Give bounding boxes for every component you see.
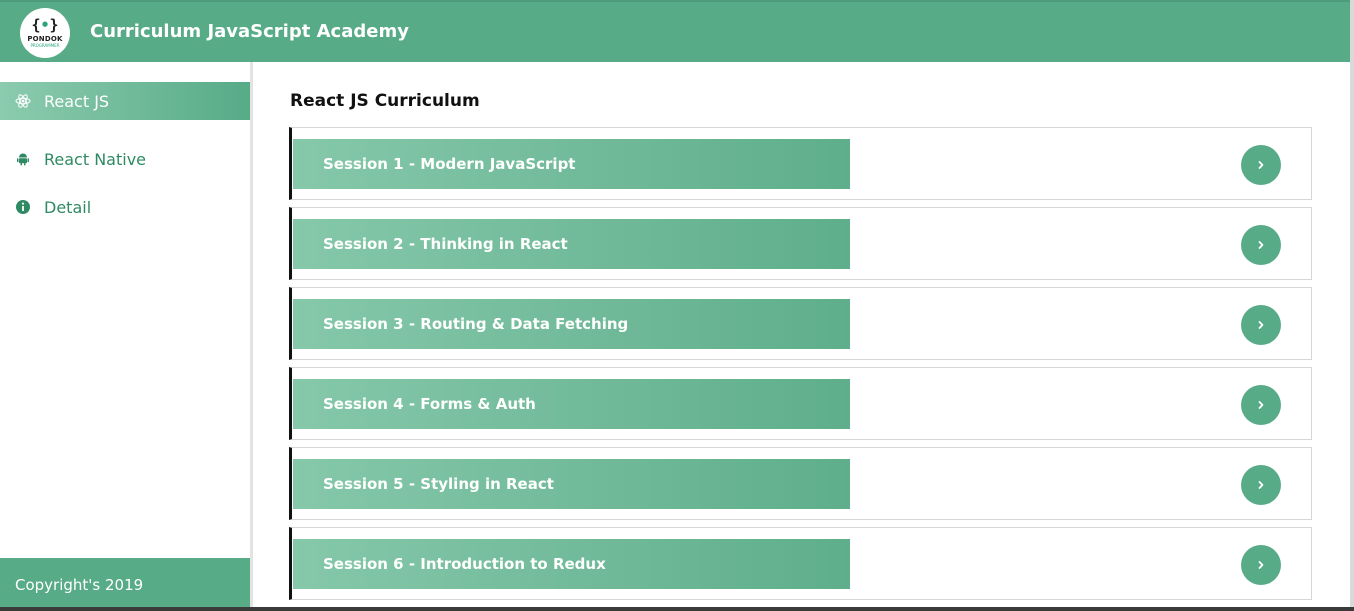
chevron-right-icon [1258, 561, 1264, 569]
sidebar-footer: Copyright's 2019 [0, 558, 250, 611]
pondok-programmer-logo[interactable]: {•} PONDOK PROGRAMMER [20, 8, 70, 58]
logo-text: PONDOK [27, 35, 63, 43]
android-icon [15, 151, 31, 167]
session-label: Session 3 - Routing & Data Fetching [293, 299, 850, 349]
chevron-right-icon [1258, 481, 1264, 489]
session-label: Session 5 - Styling in React [293, 459, 850, 509]
chevron-right-icon [1258, 321, 1264, 329]
chevron-right-icon [1258, 161, 1264, 169]
sidebar-divider [250, 62, 253, 611]
sidebar-item-label: React Native [44, 149, 147, 169]
sidebar-item-label: React JS [44, 91, 110, 111]
app-window: {•} PONDOK PROGRAMMER Curriculum JavaScr… [0, 0, 1354, 611]
app-title: Curriculum JavaScript Academy [90, 21, 409, 42]
session-card[interactable]: Session 3 - Routing & Data Fetching [289, 287, 1312, 360]
session-open-button[interactable] [1241, 545, 1281, 585]
app-header: {•} PONDOK PROGRAMMER Curriculum JavaScr… [0, 0, 1350, 62]
session-label: Session 1 - Modern JavaScript [293, 139, 850, 189]
copyright-text: Copyright's 2019 [15, 575, 144, 594]
sidebar-item-label: Detail [44, 197, 92, 217]
braces-icon: {•} [31, 16, 59, 34]
sidebar-item-detail[interactable]: Detail [0, 188, 250, 226]
info-icon [15, 199, 31, 215]
session-card[interactable]: Session 1 - Modern JavaScript [289, 127, 1312, 200]
session-label: Session 2 - Thinking in React [293, 219, 850, 269]
sidebar: React JS React Native Detail [0, 62, 250, 611]
session-label: Session 4 - Forms & Auth [293, 379, 850, 429]
sidebar-item-react-native[interactable]: React Native [0, 140, 250, 178]
sidebar-item-react-js[interactable]: React JS [0, 82, 250, 120]
session-card[interactable]: Session 4 - Forms & Auth [289, 367, 1312, 440]
session-open-button[interactable] [1241, 385, 1281, 425]
session-list: Session 1 - Modern JavaScript Session 2 … [289, 127, 1312, 607]
session-label: Session 6 - Introduction to Redux [293, 539, 850, 589]
logo-subtext: PROGRAMMER [30, 43, 60, 48]
session-card[interactable]: Session 2 - Thinking in React [289, 207, 1312, 280]
chevron-right-icon [1258, 401, 1264, 409]
session-card[interactable]: Session 6 - Introduction to Redux [289, 527, 1312, 600]
session-open-button[interactable] [1241, 305, 1281, 345]
chevron-right-icon [1258, 241, 1264, 249]
page-title: React JS Curriculum [290, 91, 480, 111]
session-open-button[interactable] [1241, 465, 1281, 505]
session-open-button[interactable] [1241, 225, 1281, 265]
atom-icon [15, 93, 31, 109]
window-right-edge [1350, 0, 1354, 607]
session-open-button[interactable] [1241, 145, 1281, 185]
window-bottom-edge [0, 607, 1354, 611]
session-card[interactable]: Session 5 - Styling in React [289, 447, 1312, 520]
